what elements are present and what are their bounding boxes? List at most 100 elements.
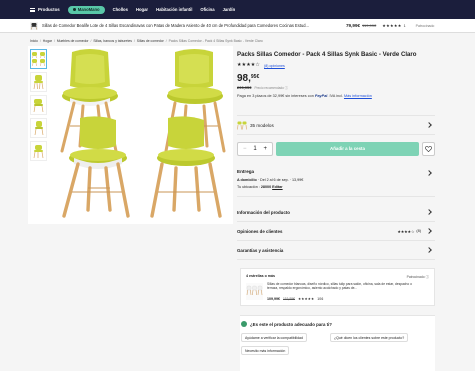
reviews-stars: ★★★★☆	[397, 229, 415, 234]
payment-text: Paga en 3 plazos de 32,99€ sin intereses…	[237, 94, 314, 98]
price-decimal: 95€	[250, 74, 260, 80]
assistant-question-text: ¿Es este el producto adecuado para ti?	[250, 321, 332, 327]
heart-icon	[425, 145, 432, 152]
product-info: Packs Sillas Comedor - Pack 4 Sillas Syn…	[237, 51, 435, 98]
gallery-thumbnail[interactable]	[30, 72, 47, 92]
recommendation-title: 4 estrellas o más	[246, 274, 275, 278]
breadcrumb-current: Packs Sillas Comedor - Pack 4 Sillas Syn…	[168, 39, 263, 43]
nav-item-chollos[interactable]: Chollos	[113, 7, 128, 12]
nav-item-hogar[interactable]: Hogar	[136, 7, 148, 12]
sponsored-product-title: Sillas de Comedor Bealife Lote de 4 Sill…	[42, 23, 309, 28]
recommended-product-image	[246, 283, 263, 300]
ask-reviews-chip[interactable]: ¿Qué dicen los clientes sobre este produ…	[330, 333, 409, 342]
location-label: Tu ubicación :	[237, 185, 260, 189]
increase-quantity-button[interactable]: +	[263, 146, 267, 152]
products-menu-label: Productos	[38, 7, 60, 12]
add-to-cart-button[interactable]: Añadir a la cesta	[276, 141, 419, 156]
assistant-box: ¿Es este el producto adecuado para ti? A…	[240, 315, 435, 371]
product-gallery	[28, 46, 233, 224]
recommended-product-description: Sillas de comedor blancas, diseño nórdic…	[267, 282, 412, 291]
gallery-thumbnail[interactable]	[30, 118, 47, 138]
edit-location-link[interactable]: Editar	[272, 185, 282, 189]
gallery-thumbnail[interactable]	[30, 95, 47, 115]
accordion-product-info[interactable]: Información del producto	[237, 203, 435, 222]
home-delivery-label: A domicilio	[237, 178, 257, 182]
recommended-product-price-row: 109,99€ 119,99€ ★★★★★ 106	[267, 297, 323, 301]
breadcrumb-item[interactable]: Muebles de comedor	[57, 39, 89, 43]
brand-dot-icon	[72, 8, 76, 11]
accordion-right: ★★★★☆ (8)	[397, 228, 435, 234]
price-integer: 98,	[237, 73, 251, 84]
decrease-quantity-button[interactable]: −	[243, 146, 247, 152]
accordion-warranty[interactable]: Garantías y asistencia	[237, 241, 435, 260]
home-delivery-dates: · Del 2 al 6 de sep. · 13,99€	[256, 178, 304, 182]
sponsored-product-stars: ★★★★★	[382, 23, 402, 28]
chevron-right-icon	[426, 247, 432, 253]
chevron-right-icon	[426, 228, 432, 234]
ask-compatibility-chip[interactable]: Ayúdame a verificar la compatibilidad	[241, 333, 307, 342]
recommended-review-count: 106	[317, 297, 324, 301]
assistant-avatar-icon	[241, 321, 247, 327]
accordion-label: Opiniones de clientes	[237, 228, 283, 234]
product-price: 98, 95€	[237, 73, 435, 84]
thumbnail-list	[30, 49, 47, 164]
payment-vat-text: . IVA incl.	[327, 94, 343, 98]
recommended-price: 109,99€	[267, 297, 280, 301]
buy-row: − 1 + Añadir a la cesta	[237, 141, 435, 156]
rating-row[interactable]: ★★★★☆ (8) opiniones	[237, 63, 435, 68]
delivery-title: Entrega	[237, 169, 255, 174]
models-selector[interactable]: 35 modelos	[237, 115, 435, 135]
sponsored-label: Patrocinado	[415, 23, 435, 28]
delivery-section[interactable]: Entrega A domicilio · Del 2 al 6 de sep.…	[237, 164, 435, 197]
gallery-thumbnail[interactable]	[30, 49, 47, 69]
sponsored-product-review-count: 1	[403, 23, 406, 28]
sponsored-label: Patrocinado ⓘ	[406, 275, 429, 279]
main-product-image[interactable]	[50, 46, 232, 224]
accordion-customer-reviews[interactable]: Opiniones de clientes ★★★★☆ (8)	[237, 222, 435, 241]
recommended-price-label: Precio recomendado ⓘ	[254, 86, 288, 90]
nav-item-oficina[interactable]: Oficina	[200, 7, 214, 12]
sponsored-product-price: 79,99€	[346, 23, 361, 28]
paypal-logo: PayPal	[314, 94, 328, 98]
quantity-value[interactable]: 1	[253, 146, 256, 152]
old-price: 299,95€	[237, 85, 252, 90]
delivery-home-info: A domicilio · Del 2 al 6 de sep. · 13,99…	[237, 178, 435, 182]
models-thumbnail-icon	[237, 121, 247, 130]
reviews-count: (8)	[416, 229, 421, 233]
manomano-pill[interactable]: ManoMano	[67, 5, 105, 14]
nav-item-jardin[interactable]: Jardín	[223, 7, 236, 12]
models-label: 35 modelos	[250, 122, 274, 128]
chevron-right-icon	[426, 209, 432, 215]
quantity-stepper[interactable]: − 1 +	[237, 141, 273, 156]
accordion-label: Información del producto	[237, 209, 290, 215]
more-info-link[interactable]: Más información	[344, 94, 372, 98]
top-navigation: Productos ManoMano Chollos Hogar Habitac…	[0, 0, 475, 19]
breadcrumb-item[interactable]: Hogar	[43, 39, 52, 43]
old-price-row: 299,95€ Precio recomendado ⓘ	[237, 85, 435, 90]
products-menu-button[interactable]: Productos	[30, 7, 60, 12]
assistant-question: ¿Es este el producto adecuado para ti?	[241, 321, 332, 327]
pill-label: ManoMano	[77, 7, 100, 12]
nav-item-habitacion[interactable]: Habitación infantil	[156, 7, 192, 12]
recommended-product-card[interactable]: 4 estrellas o más Patrocinado ⓘ Sillas d…	[240, 268, 435, 306]
gallery-thumbnail[interactable]	[30, 141, 47, 161]
recommended-old-price: 119,99€	[283, 297, 296, 301]
sponsored-product-old-price: 119,99€	[362, 23, 377, 28]
postcode: 28000	[260, 185, 272, 189]
breadcrumb-item[interactable]: Inicio	[30, 39, 38, 43]
breadcrumb: Inicio / Hogar / Muebles de comedor / Si…	[30, 39, 263, 43]
delivery-location: Tu ubicación : 28000 Editar	[237, 185, 435, 189]
opinions-link[interactable]: (8) opiniones	[264, 64, 285, 68]
payment-info: Paga en 3 plazos de 32,99€ sin intereses…	[237, 94, 435, 98]
accordion-right	[423, 247, 435, 253]
ask-more-info-chip[interactable]: Necesito más información	[241, 346, 290, 355]
sponsored-product-bar[interactable]: Sillas de Comedor Bealife Lote de 4 Sill…	[0, 19, 475, 33]
favorite-button[interactable]	[422, 141, 435, 156]
recommended-stars: ★★★★★	[298, 297, 315, 301]
chevron-right-icon	[426, 122, 432, 128]
breadcrumb-item[interactable]: Sillas, bancos y taburetes	[93, 39, 132, 43]
rating-stars: ★★★★☆	[237, 63, 261, 68]
sponsored-product-thumbnail	[30, 21, 38, 30]
breadcrumb-item[interactable]: Sillas de comedor	[137, 39, 164, 43]
accordion-label: Garantías y asistencia	[237, 247, 284, 253]
